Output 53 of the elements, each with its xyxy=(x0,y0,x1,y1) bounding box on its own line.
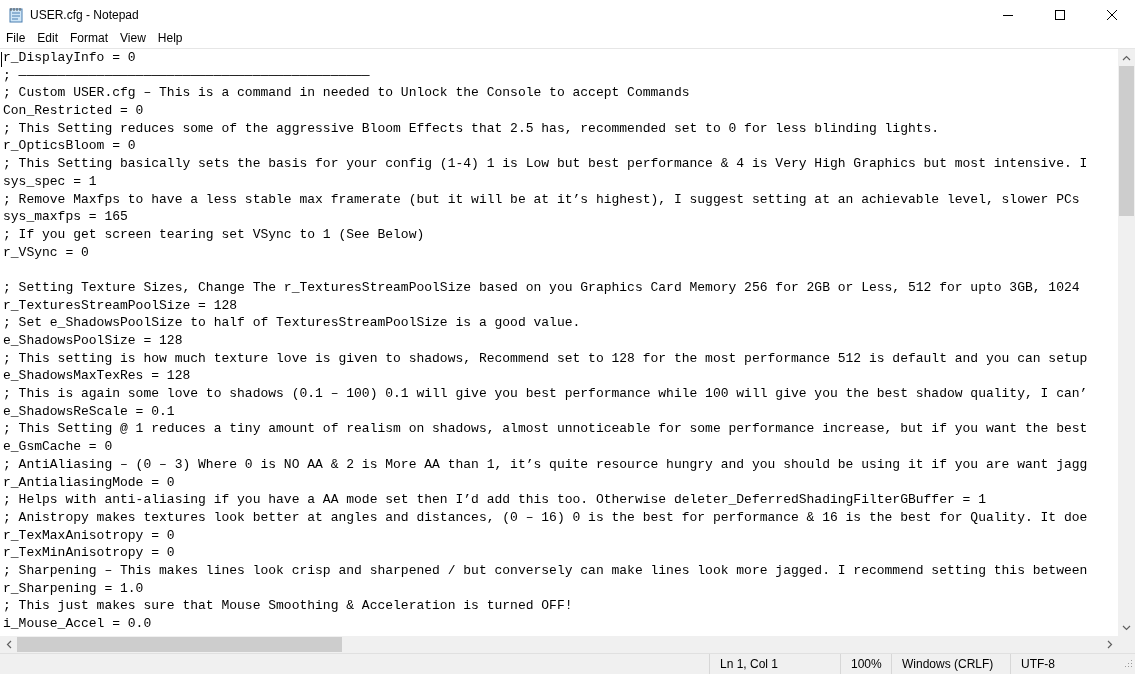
notepad-icon xyxy=(8,7,24,23)
scrollbar-thumb[interactable] xyxy=(1119,66,1134,216)
text-line: sys_maxfps = 165 xyxy=(3,208,128,226)
line-ending: Windows (CRLF) xyxy=(902,657,994,671)
menu-item[interactable]: Format xyxy=(64,31,115,45)
window-title: USER.cfg - Notepad xyxy=(30,8,140,22)
text-line: r_Sharpening = 1.0 xyxy=(3,579,144,598)
text-line: r_TexMaxAnisotropy = 0 xyxy=(3,526,175,545)
text-line: sys_spec = 1 xyxy=(3,172,97,191)
text-line: r_DisplayInfo = 0 xyxy=(3,49,136,67)
text-line: ; This just makes sure that Mouse Smoothing & Acceleration is turned OFF! xyxy=(3,597,573,615)
text-line: ; Helps with anti-aliasing if you have a AA mode set then I’d add this too. Otherwise deleter_DeferredShadingFilterGBuffer = 1 xyxy=(3,491,986,509)
cursor-position: Ln 1, Col 1 xyxy=(720,657,779,671)
menu-item[interactable]: Edit xyxy=(31,31,65,45)
text-line: ; This Setting reduces some of the aggressive Bloom Effects that 2.5 has, recommended set to 0 for less blinding lights. xyxy=(3,119,940,138)
text-line: ; ————————————————————————————————————————————— xyxy=(3,66,370,85)
text-line: e_ShadowsReScale = 0.1 xyxy=(3,402,175,421)
text-line: ; AntiAliasing – (0 – 3) Where 0 is NO AA & 2 is More AA than 1, it’s quite resource hungry and you should be using it if you are want jagg xyxy=(3,455,1088,474)
text-line: Con_Restricted = 0 xyxy=(3,102,144,120)
text-line: r_VSync = 0 xyxy=(3,243,89,262)
scroll-down-icon[interactable] xyxy=(1122,624,1131,631)
menu-item[interactable]: View xyxy=(114,31,152,45)
text-line: ; Remove Maxfps to have a less stable max framerate (but it will be at it’s highest), I suggest setting at an achievable level, slower PCs xyxy=(3,190,1080,209)
scroll-right-icon[interactable] xyxy=(1106,640,1113,649)
text-line: i_Mouse_Accel = 0.0 xyxy=(3,615,152,633)
encoding: UTF-8 xyxy=(1021,657,1055,671)
text-line: ; This is again some love to shadows (0.1 – 100) 0.1 will give you best performance while 100 will give you the best shadow quality, I can’ xyxy=(3,385,1088,403)
text-line: ; Anistropy makes textures look better at angles and distances, (0 – 16) 0 is the best for performance & 16 is the best for Quality. It doe xyxy=(3,508,1088,527)
maximize-icon[interactable] xyxy=(1055,10,1065,20)
text-line: ; Set e_ShadowsPoolSize to half of TexturesStreamPoolSize is a good value. xyxy=(3,314,581,332)
vertical-scrollbar[interactable] xyxy=(1118,49,1135,636)
text-line: r_OpticsBloom = 0 xyxy=(3,137,136,156)
menu-item[interactable]: Help xyxy=(151,31,189,45)
text-line: ; This setting is how much texture love is given to shadows, Recommend set to 128 for the most performance 512 is default and you can setup xyxy=(3,349,1088,368)
text-line: r_TexturesStreamPoolSize = 128 xyxy=(3,296,238,315)
text-line: ; Custom USER.cfg – This is a command in needed to Unlock the Console to accept Commands xyxy=(3,84,690,103)
zoom-level: 100% xyxy=(851,657,882,671)
text-line: ; This Setting @ 1 reduces a tiny amount of realism on shadows, almost unnoticeable for some performance increase, but if you want the best xyxy=(3,420,1088,439)
menu-item[interactable]: File xyxy=(0,31,32,45)
scroll-up-icon[interactable] xyxy=(1122,54,1131,61)
text-line: e_GsmCache = 0 xyxy=(3,438,113,456)
close-icon[interactable] xyxy=(1107,10,1117,20)
scrollbar-thumb[interactable] xyxy=(17,637,342,652)
text-line: ; If you get screen tearing set VSync to 1 (See Below) xyxy=(3,225,425,244)
text-line: ; This Setting basically sets the basis for your config (1-4) 1 is Low but best performance & 4 is Very High Graphics but most intensive. I xyxy=(3,155,1088,173)
text-line: r_AntialiasingMode = 0 xyxy=(3,473,175,492)
text-line: r_TexMinAnisotropy = 0 xyxy=(3,544,175,562)
text-line: ; Sharpening – This makes lines look crisp and sharpened / but conversely can make lines look more jagged. I recommend setting this between xyxy=(3,561,1088,580)
scroll-left-icon[interactable] xyxy=(5,640,12,649)
text-line: ; Setting Texture Sizes, Change The r_TexturesStreamPoolSize based on you Graphics Card Memory 256 for 2GB or Less, 512 for upto 3GB, 1024 xyxy=(3,278,1080,297)
text-cursor xyxy=(1,52,2,67)
text-line: e_ShadowsMaxTexRes = 128 xyxy=(3,367,191,386)
text-line: e_ShadowsPoolSize = 128 xyxy=(3,332,183,350)
